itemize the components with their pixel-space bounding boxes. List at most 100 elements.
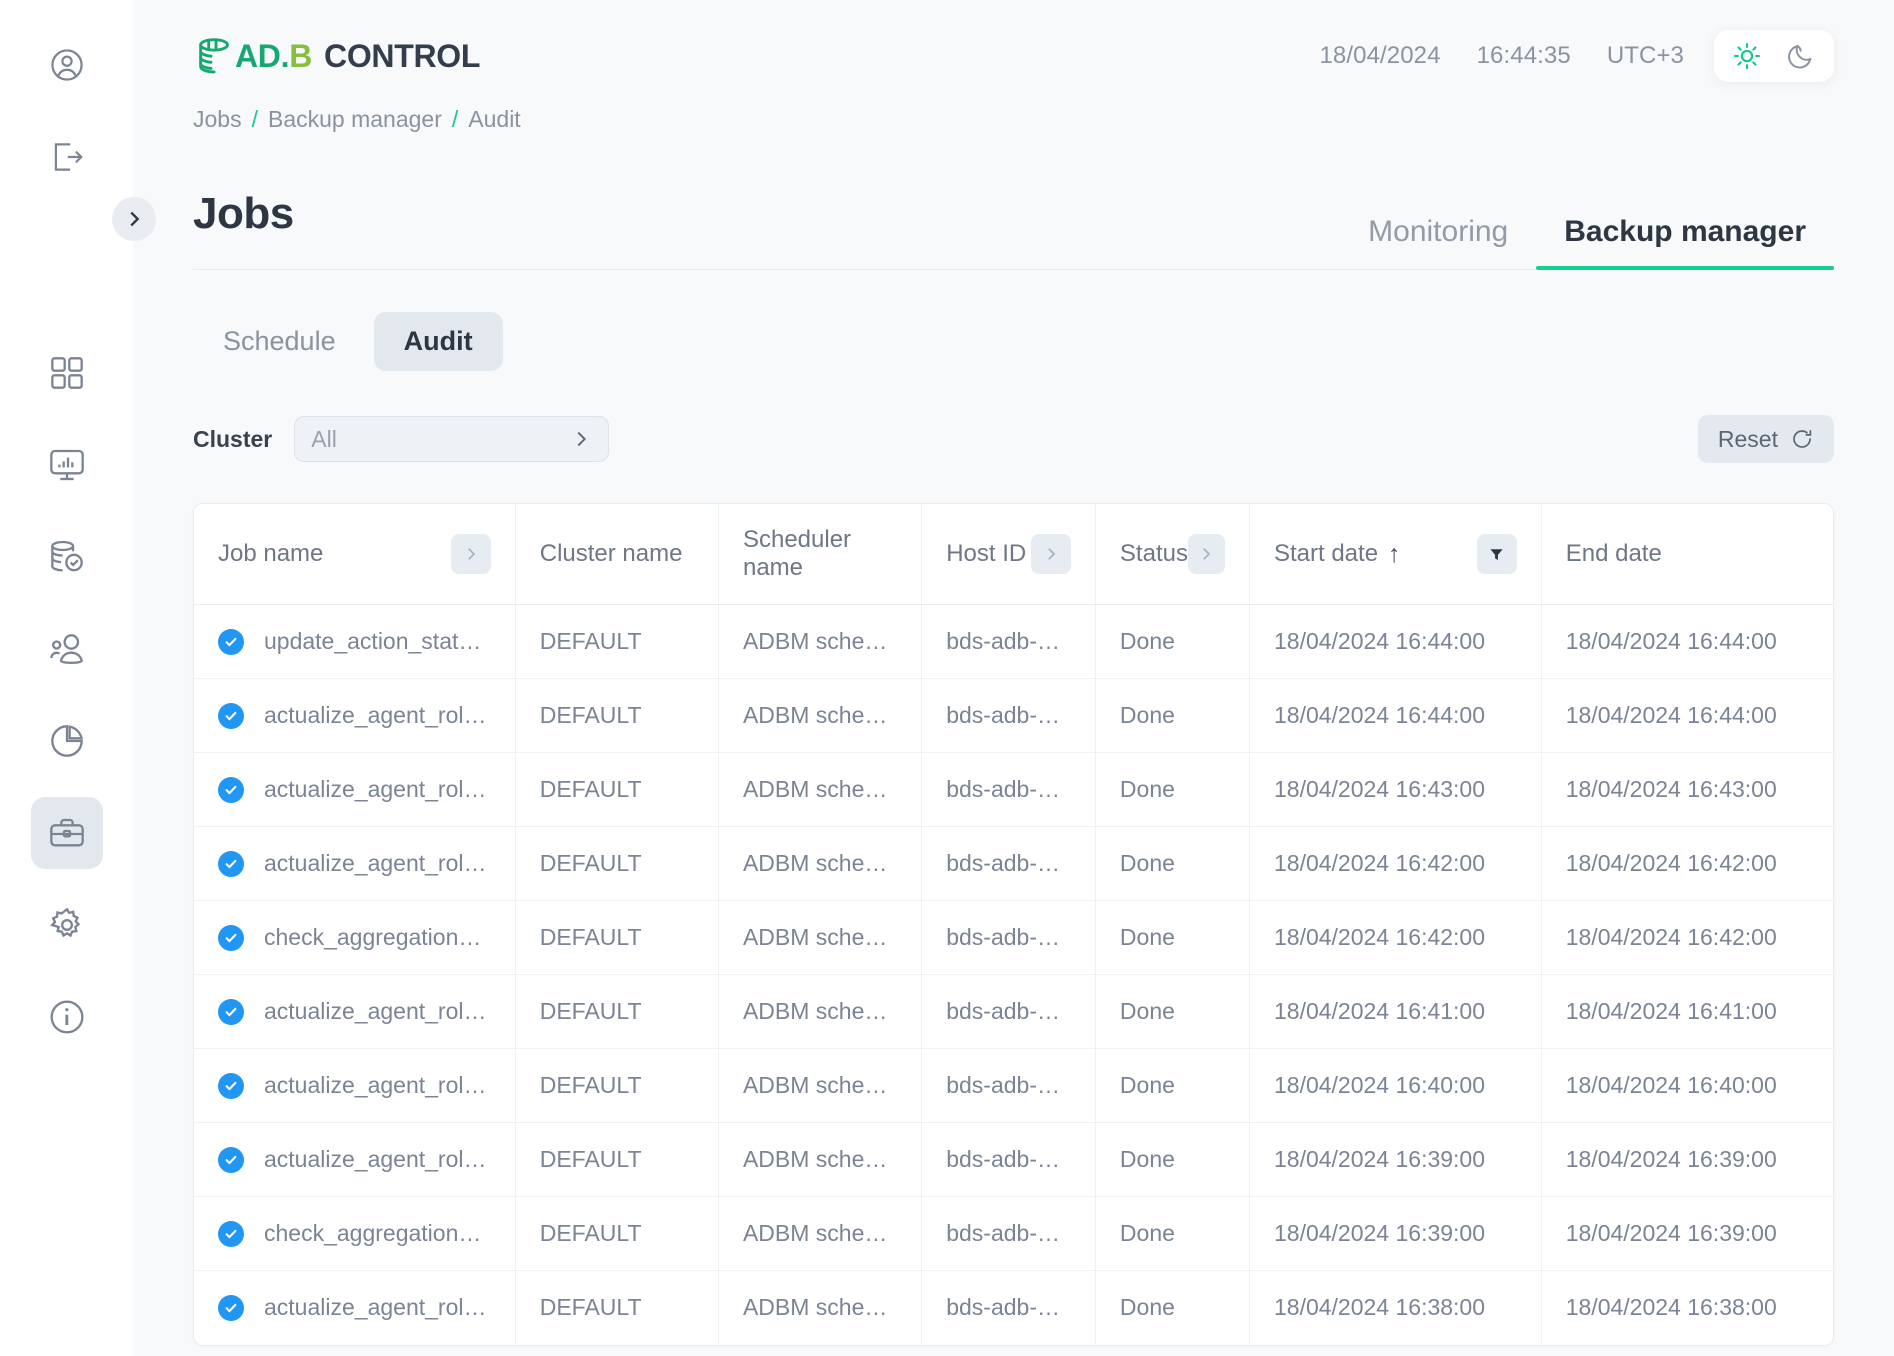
column-label: Status (1120, 540, 1188, 568)
cell-scheduler-name: ADBM scheduler (718, 827, 921, 901)
cell-start-date: 18/04/2024 16:41:00 (1249, 975, 1541, 1049)
column-label: Job name (218, 540, 323, 568)
column-header-cluster-name[interactable]: Cluster name (515, 504, 718, 605)
page-header: Jobs Monitoring Backup manager (193, 189, 1834, 270)
cluster-filter-label: Cluster (193, 426, 272, 453)
cell-end-date: 18/04/2024 16:42:00 (1541, 901, 1833, 975)
page-title: Jobs (193, 189, 294, 269)
cell-cluster-name: DEFAULT (515, 1123, 718, 1197)
cell-status: Done (1095, 605, 1249, 679)
moon-icon[interactable] (1784, 39, 1818, 73)
cell-status: Done (1095, 1271, 1249, 1345)
cell-end-date: 18/04/2024 16:44:00 (1541, 605, 1833, 679)
reset-button[interactable]: Reset (1698, 415, 1834, 463)
sidebar-item-profile[interactable] (35, 33, 99, 97)
app-logo[interactable]: AD . B CONTROL (193, 33, 480, 79)
sidebar-item-users[interactable] (31, 613, 103, 685)
cell-start-date: 18/04/2024 16:43:00 (1249, 753, 1541, 827)
sidebar-item-jobs[interactable] (31, 797, 103, 869)
cell-end-date: 18/04/2024 16:44:00 (1541, 679, 1833, 753)
cell-host-id: bds-adb-control (922, 1271, 1096, 1345)
breadcrumb-item-audit[interactable]: Audit (468, 106, 520, 133)
cell-job-name: actualize_agent_roles_job (194, 679, 515, 753)
check-circle-icon (218, 1295, 244, 1321)
column-header-job-name[interactable]: Job name (194, 504, 515, 605)
check-circle-icon (218, 1147, 244, 1173)
subtab-schedule[interactable]: Schedule (193, 312, 366, 371)
cell-scheduler-name: ADBM scheduler (718, 1049, 921, 1123)
table-row[interactable]: check_aggregation_timeout_jobDEFAULTADBM… (194, 901, 1833, 975)
job-name-text: actualize_agent_roles_job (264, 1072, 491, 1099)
start-date-filter-button[interactable] (1477, 534, 1517, 574)
table-row[interactable]: actualize_agent_roles_jobDEFAULTADBM sch… (194, 753, 1833, 827)
sidebar-item-clusters[interactable] (31, 521, 103, 593)
check-circle-icon (218, 1073, 244, 1099)
table-row[interactable]: actualize_agent_roles_jobDEFAULTADBM sch… (194, 679, 1833, 753)
column-header-scheduler-name[interactable]: Scheduler name (718, 504, 921, 605)
users-icon (47, 629, 87, 669)
table-row[interactable]: actualize_agent_roles_jobDEFAULTADBM sch… (194, 827, 1833, 901)
breadcrumb-item-jobs[interactable]: Jobs (193, 106, 242, 133)
cluster-select[interactable]: All (294, 416, 609, 462)
subtab-audit[interactable]: Audit (374, 312, 503, 371)
briefcase-icon (47, 813, 87, 853)
logo-text-control: CONTROL (324, 38, 480, 75)
status-expand-button[interactable] (1188, 534, 1225, 574)
column-header-status[interactable]: Status (1095, 504, 1249, 605)
table-row[interactable]: actualize_agent_roles_jobDEFAULTADBM sch… (194, 1123, 1833, 1197)
cell-status: Done (1095, 679, 1249, 753)
table-row[interactable]: actualize_agent_roles_jobDEFAULTADBM sch… (194, 975, 1833, 1049)
cell-job-name: actualize_agent_roles_job (194, 1049, 515, 1123)
table-row[interactable]: check_aggregation_timeout_jobDEFAULTADBM… (194, 1197, 1833, 1271)
cell-status: Done (1095, 827, 1249, 901)
refresh-ccw-icon (1790, 427, 1814, 451)
chevron-right-icon (570, 428, 592, 450)
breadcrumb: Jobs / Backup manager / Audit (133, 106, 1894, 133)
job-name-text: actualize_agent_roles_job (264, 1294, 491, 1321)
table-row[interactable]: actualize_agent_roles_jobDEFAULTADBM sch… (194, 1049, 1833, 1123)
logo-text-ad: AD (235, 38, 281, 75)
logo-text-dot: . (281, 38, 290, 75)
breadcrumb-separator: / (252, 106, 258, 133)
main-tabs: Monitoring Backup manager (1340, 215, 1834, 269)
sidebar-item-logout[interactable] (35, 125, 99, 189)
sun-icon[interactable] (1730, 39, 1764, 73)
cell-job-name: actualize_agent_roles_job (194, 1271, 515, 1345)
tab-monitoring[interactable]: Monitoring (1340, 215, 1536, 269)
table-row[interactable]: update_action_status_jobDEFAULTADBM sche… (194, 605, 1833, 679)
column-header-host-id[interactable]: Host ID (922, 504, 1096, 605)
cell-status: Done (1095, 753, 1249, 827)
cell-job-name: update_action_status_job (194, 605, 515, 679)
cell-end-date: 18/04/2024 16:38:00 (1541, 1271, 1833, 1345)
job-name-text: actualize_agent_roles_job (264, 702, 491, 729)
job-name-text: actualize_agent_roles_job (264, 1146, 491, 1173)
chevron-right-icon (123, 208, 145, 230)
sidebar-item-dashboard[interactable] (31, 337, 103, 409)
cell-job-name: actualize_agent_roles_job (194, 975, 515, 1049)
cell-host-id: bds-adb-control (922, 679, 1096, 753)
cell-start-date: 18/04/2024 16:38:00 (1249, 1271, 1541, 1345)
sidebar-item-reports[interactable] (31, 705, 103, 777)
cell-scheduler-name: ADBM scheduler (718, 753, 921, 827)
breadcrumb-item-backup-manager[interactable]: Backup manager (268, 106, 442, 133)
column-header-start-date[interactable]: Start date ↑ (1249, 504, 1541, 605)
table-row[interactable]: actualize_agent_roles_jobDEFAULTADBM sch… (194, 1271, 1833, 1345)
tab-backup-manager[interactable]: Backup manager (1536, 215, 1834, 269)
sort-ascending-icon[interactable]: ↑ (1388, 540, 1401, 569)
cell-start-date: 18/04/2024 16:42:00 (1249, 901, 1541, 975)
current-date: 18/04/2024 (1319, 42, 1440, 70)
sidebar-item-monitoring[interactable] (31, 429, 103, 501)
current-time: 16:44:35 (1477, 42, 1571, 70)
sidebar-item-settings[interactable] (31, 889, 103, 961)
job-name-expand-button[interactable] (451, 534, 491, 574)
sidebar-collapse-toggle[interactable] (112, 197, 156, 241)
column-header-end-date[interactable]: End date (1541, 504, 1833, 605)
host-id-expand-button[interactable] (1031, 534, 1071, 574)
cell-cluster-name: DEFAULT (515, 901, 718, 975)
logout-icon (48, 138, 86, 176)
check-circle-icon (218, 925, 244, 951)
theme-toggle[interactable] (1714, 30, 1834, 82)
sidebar-item-about[interactable] (31, 981, 103, 1053)
topbar-right: 18/04/2024 16:44:35 UTC+3 (1319, 30, 1834, 82)
cell-status: Done (1095, 1049, 1249, 1123)
